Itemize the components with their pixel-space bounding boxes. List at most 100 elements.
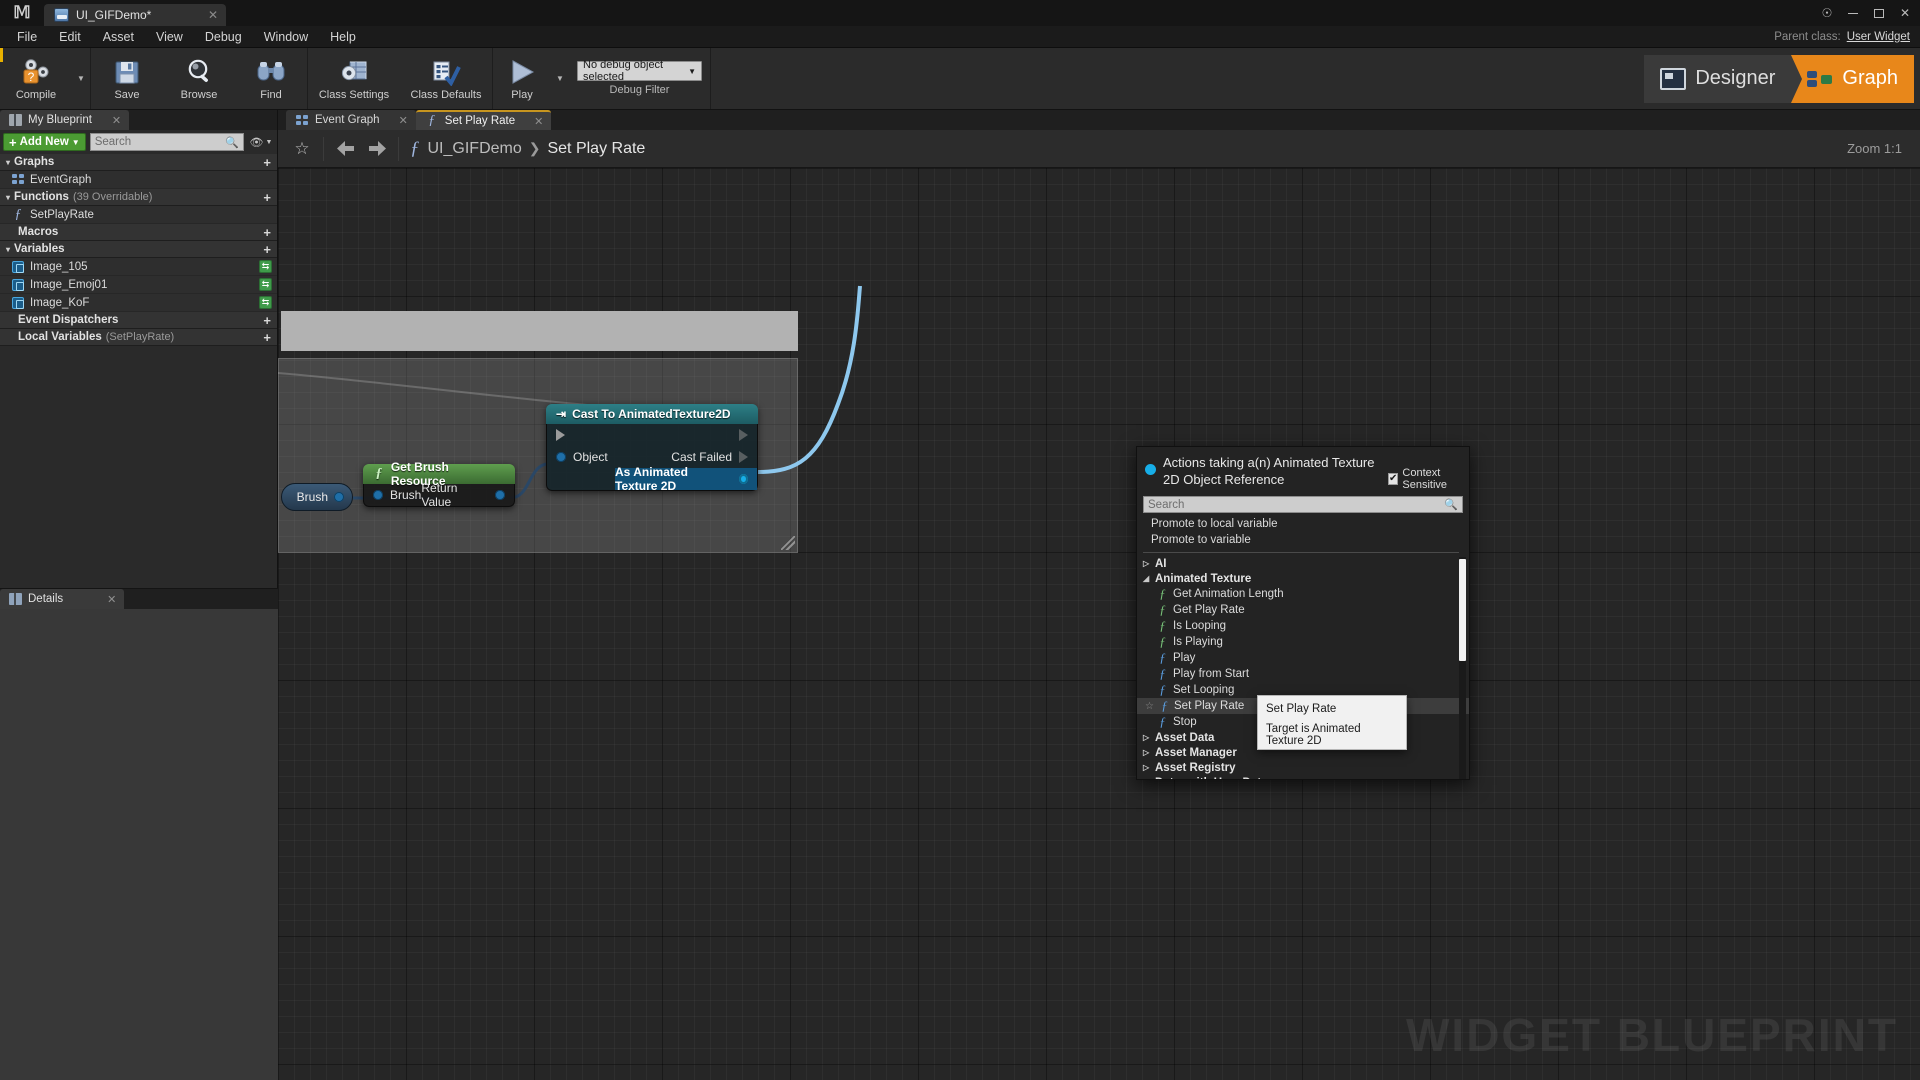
save-label: Save [114, 89, 139, 101]
menu-asset[interactable]: Asset [92, 28, 145, 46]
browse-label: Browse [181, 89, 218, 101]
list-item-image-kof[interactable]: Image_KoF ⇆ [0, 294, 277, 312]
menu-item-get-animation-length[interactable]: ƒ Get Animation Length [1137, 586, 1469, 602]
function-icon: ƒ [410, 138, 420, 160]
brush-input-pin[interactable]: Brush [364, 488, 421, 502]
menu-item-promote-to-local-variable[interactable]: Promote to local variable [1137, 516, 1469, 532]
tab-set-play-rate[interactable]: ƒ Set Play Rate ✕ [416, 110, 552, 130]
tab-my-blueprint[interactable]: My Blueprint ✕ [0, 110, 129, 130]
compile-dropdown-icon[interactable]: ▼ [72, 48, 90, 109]
cast-object-input-pin[interactable]: Object [547, 450, 608, 464]
menu-item-promote-to-variable[interactable]: Promote to variable [1137, 532, 1469, 548]
add-variable-button[interactable]: + [263, 242, 271, 257]
add-function-button[interactable]: + [263, 190, 271, 205]
graph-canvas[interactable]: Brush ƒ Get Brush Resource Brush [278, 168, 1920, 1080]
favorite-star-icon[interactable]: ☆ [286, 134, 318, 164]
variable-visibility-toggle[interactable]: ⇆ [259, 296, 272, 309]
menu-debug[interactable]: Debug [194, 28, 253, 46]
debug-object-select[interactable]: No debug object selected ▼ [577, 61, 702, 81]
category-animated-texture[interactable]: ◢ Animated Texture [1137, 571, 1469, 586]
navigate-back-button[interactable] [329, 134, 361, 164]
play-button[interactable]: Play [493, 48, 551, 109]
minimize-window-button[interactable] [1840, 0, 1866, 26]
list-item-eventgraph[interactable]: EventGraph [0, 171, 277, 189]
brush-output-pin[interactable] [334, 492, 344, 502]
browse-button[interactable]: Browse [163, 48, 235, 109]
menu-file[interactable]: File [6, 28, 48, 46]
play-dropdown-icon[interactable]: ▼ [551, 48, 569, 109]
save-button[interactable]: Save [91, 48, 163, 109]
cast-as-animated-output-pin[interactable]: As Animated Texture 2D [615, 468, 757, 490]
category-datasmith-user-data[interactable]: ▷ Datasmith User Data [1137, 775, 1469, 779]
section-variables[interactable]: ▾ Variables + [0, 241, 277, 258]
tab-event-graph[interactable]: Event Graph ✕ [286, 110, 416, 130]
add-dispatcher-button[interactable]: + [263, 313, 271, 328]
variable-visibility-toggle[interactable]: ⇆ [259, 260, 272, 273]
action-menu-search-input[interactable]: Search 🔍 [1143, 496, 1463, 513]
node-get-brush-resource[interactable]: ƒ Get Brush Resource Brush Return Value [363, 464, 515, 507]
debug-filter-group: No debug object selected ▼ Debug Filter [569, 48, 710, 109]
context-sensitive-toggle[interactable]: ✔ Context Sensitive [1388, 454, 1463, 491]
menu-item-is-looping[interactable]: ƒ Is Looping [1137, 618, 1469, 634]
tab-set-play-rate-label: Set Play Rate [445, 115, 515, 127]
list-item-image-emoj01[interactable]: Image_Emoj01 ⇆ [0, 276, 277, 294]
mode-designer-button[interactable]: Designer [1644, 55, 1791, 103]
menu-help[interactable]: Help [319, 28, 367, 46]
cast-failed-output-pin[interactable]: Cast Failed [671, 450, 757, 464]
category-ai[interactable]: ▷ AI [1137, 556, 1469, 571]
menu-view[interactable]: View [145, 28, 194, 46]
tab-event-graph-close-icon[interactable]: ✕ [399, 114, 408, 127]
my-blueprint-search-input[interactable]: Search 🔍 [90, 133, 244, 151]
add-new-button[interactable]: + Add New ▼ [3, 133, 86, 151]
section-event-dispatchers[interactable]: Event Dispatchers + [0, 312, 277, 329]
action-menu-scrollbar-thumb[interactable] [1459, 559, 1466, 661]
section-local-variables[interactable]: Local Variables (SetPlayRate) + [0, 329, 277, 346]
menu-item-play[interactable]: ƒ Play [1137, 650, 1469, 666]
document-tab-ui-gifdemo[interactable]: UI_GIFDemo* ✕ [44, 4, 226, 26]
add-graph-button[interactable]: + [263, 155, 271, 170]
tab-details-close-icon[interactable]: ✕ [107, 593, 116, 606]
return-value-output-pin[interactable]: Return Value [421, 481, 514, 509]
pin-window-icon[interactable]: ☉ [1814, 0, 1840, 26]
variable-visibility-toggle[interactable]: ⇆ [259, 278, 272, 291]
document-tab-close-icon[interactable]: ✕ [208, 8, 218, 22]
class-settings-button[interactable]: Class Settings [308, 48, 400, 109]
compile-button[interactable]: ? Compile [0, 48, 72, 109]
find-button[interactable]: Find [235, 48, 307, 109]
navigate-forward-button[interactable] [361, 134, 393, 164]
menu-window[interactable]: Window [253, 28, 319, 46]
restore-window-button[interactable] [1866, 0, 1892, 26]
section-macros[interactable]: Macros + [0, 224, 277, 241]
category-asset-registry[interactable]: ▷ Asset Registry [1137, 760, 1469, 775]
breadcrumb-root[interactable]: UI_GIFDemo [428, 140, 522, 158]
tab-details[interactable]: Details ✕ [0, 589, 124, 609]
tab-my-blueprint-close-icon[interactable]: ✕ [112, 114, 121, 127]
cast-exec-output-pin[interactable] [739, 429, 757, 441]
item-label: Get Animation Length [1173, 588, 1284, 600]
context-sensitive-checkbox[interactable]: ✔ [1388, 473, 1398, 485]
menu-item-play-from-start[interactable]: ƒ Play from Start [1137, 666, 1469, 682]
node-variable-brush[interactable]: Brush [281, 483, 353, 511]
add-new-label: Add New [20, 136, 69, 148]
add-macro-button[interactable]: + [263, 225, 271, 240]
cast-exec-input-pin[interactable] [547, 429, 565, 441]
close-window-button[interactable]: ✕ [1892, 0, 1918, 26]
section-graphs[interactable]: ▾ Graphs + [0, 154, 277, 171]
menu-edit[interactable]: Edit [48, 28, 92, 46]
parent-class-value[interactable]: User Widget [1847, 31, 1910, 43]
designer-icon [1660, 68, 1686, 90]
favorite-star-icon[interactable]: ☆ [1145, 701, 1155, 712]
add-local-variable-button[interactable]: + [263, 330, 271, 345]
list-item-image-105[interactable]: Image_105 ⇆ [0, 258, 277, 276]
class-defaults-button[interactable]: Class Defaults [400, 48, 492, 109]
visibility-options-button[interactable]: 👁 ▼ [248, 133, 274, 151]
tab-set-play-rate-close-icon[interactable]: ✕ [534, 115, 543, 128]
list-item-setplayrate[interactable]: ƒ SetPlayRate [0, 206, 277, 224]
menu-item-is-playing[interactable]: ƒ Is Playing [1137, 634, 1469, 650]
pin-dot-icon [495, 490, 505, 500]
mode-graph-button[interactable]: Graph [1791, 55, 1914, 103]
node-cast-to-animatedtexture2d[interactable]: ⇥ Cast To AnimatedTexture2D [546, 404, 758, 491]
find-icon [256, 56, 286, 88]
section-functions[interactable]: ▾ Functions (39 Overridable) + [0, 189, 277, 206]
menu-item-get-play-rate[interactable]: ƒ Get Play Rate [1137, 602, 1469, 618]
